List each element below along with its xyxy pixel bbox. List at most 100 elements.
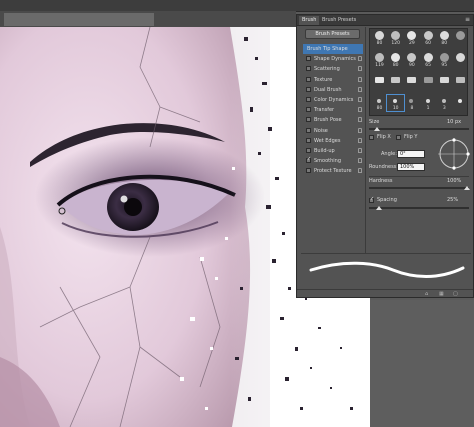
brush-tip-cell[interactable] [436, 73, 453, 89]
option-checkbox[interactable] [306, 86, 311, 92]
brush-option-shape-dynamics[interactable]: Shape Dynamics [303, 54, 363, 64]
option-checkbox[interactable] [306, 56, 311, 62]
option-checkbox[interactable] [306, 156, 311, 164]
brush-tip-cell[interactable]: 3 [436, 95, 453, 111]
option-checkbox[interactable] [306, 97, 311, 102]
lock-icon[interactable] [358, 148, 362, 153]
size-slider-knob[interactable] [374, 127, 380, 131]
brush-tip-cell[interactable]: 120 [387, 30, 404, 46]
hardness-slider-track[interactable] [369, 187, 469, 189]
lock-icon[interactable] [358, 168, 362, 174]
lock-icon[interactable] [358, 158, 362, 164]
lock-icon[interactable] [358, 66, 362, 72]
lock-icon[interactable] [358, 107, 362, 113]
brush-option-texture[interactable]: Texture [303, 75, 363, 85]
pasteboard [370, 300, 474, 427]
spacing-slider-track[interactable] [369, 207, 469, 209]
hardness-slider-knob[interactable] [464, 186, 470, 190]
brush-option-color-dynamics[interactable]: Color Dynamics [303, 95, 363, 105]
lock-icon[interactable] [358, 56, 362, 62]
brush-tip-cell[interactable] [452, 52, 469, 68]
lock-icon[interactable] [358, 76, 362, 82]
new-brush-icon[interactable]: ▢ [453, 291, 458, 297]
option-label: Brush Pose [314, 117, 342, 124]
brush-tip-cell[interactable]: 90 [403, 52, 420, 68]
brush-angle-widget[interactable] [437, 137, 471, 171]
brush-tip-cell[interactable] [452, 30, 469, 46]
option-checkbox[interactable] [306, 168, 311, 174]
option-checkbox[interactable] [306, 66, 311, 72]
panel-menu-icon[interactable]: ≡ [465, 16, 470, 23]
brush-tip-thumbnail-icon [439, 31, 449, 40]
brush-tip-thumbnail-icon [439, 52, 449, 62]
brush-tip-cell[interactable]: 95 [436, 52, 453, 68]
brush-tip-cell[interactable]: 80 [387, 52, 404, 68]
brush-tip-thumbnail-icon [407, 52, 417, 62]
document-tab[interactable] [4, 13, 154, 26]
grid-icon[interactable]: ▦ [439, 291, 444, 297]
spacing-value[interactable]: 25% [447, 197, 458, 203]
brush-option-dual-brush[interactable]: Dual Brush [303, 85, 363, 95]
brush-tip-cell[interactable]: 80 [371, 30, 388, 46]
option-checkbox[interactable] [306, 107, 311, 113]
option-label: Scattering [314, 66, 340, 73]
lock-icon[interactable] [358, 117, 362, 123]
divider [369, 176, 469, 177]
brush-tip-cell[interactable]: 29 [403, 30, 420, 46]
stroke-preview [303, 256, 469, 286]
brush-tip-cell[interactable]: 60 [420, 30, 437, 46]
size-value[interactable]: 10 px [447, 119, 461, 125]
brush-tip-cell[interactable]: 8 [403, 95, 420, 111]
flip-x-checkbox[interactable] [369, 135, 374, 140]
brush-tip-cell[interactable] [452, 73, 469, 89]
brush-tip-cell[interactable]: 10 [386, 93, 406, 112]
brush-tip-thumbnail-icon [456, 77, 465, 83]
option-checkbox[interactable] [306, 117, 311, 123]
brush-tip-cell[interactable] [387, 73, 404, 89]
brush-option-transfer[interactable]: Transfer [303, 105, 363, 115]
brush-tip-cell[interactable]: 65 [420, 52, 437, 68]
tab-brush-presets[interactable]: Brush Presets [319, 16, 359, 25]
toggle-bristle-preview-icon[interactable]: ⌂ [425, 291, 428, 297]
angle-field[interactable]: 0° [397, 150, 425, 158]
option-label: Dual Brush [314, 86, 342, 93]
brush-option-scattering[interactable]: Scattering [303, 64, 363, 74]
brush-tip-cell[interactable]: 119 [371, 52, 388, 68]
option-checkbox[interactable] [306, 76, 311, 82]
brush-tip-thumbnail-icon [423, 52, 433, 62]
brush-tip-size: 120 [391, 41, 400, 46]
option-checkbox[interactable] [306, 127, 311, 133]
flip-y-checkbox[interactable] [396, 135, 401, 140]
brush-tip-cell[interactable] [403, 73, 420, 89]
brush-tip-cell[interactable]: 1 [420, 95, 437, 111]
spacing-label: Spacing [377, 197, 397, 203]
brush-option-noise[interactable]: Noise [303, 126, 363, 136]
brush-tip-thumbnail-icon [375, 77, 384, 83]
brush-option-protect-texture[interactable]: Protect Texture [303, 166, 363, 176]
tab-brush[interactable]: Brush [299, 16, 320, 25]
brush-option-brush-pose[interactable]: Brush Pose [303, 115, 363, 125]
size-label: Size [369, 119, 380, 125]
brush-tip-cell[interactable] [452, 95, 469, 111]
size-slider-track[interactable] [369, 128, 469, 130]
lock-icon[interactable] [358, 137, 362, 143]
brush-option-smoothing[interactable]: Smoothing [303, 156, 363, 166]
brush-option-wet-edges[interactable]: Wet Edges [303, 136, 363, 146]
brush-tip-cell[interactable]: 80 [371, 95, 388, 111]
brush-tip-cell[interactable] [420, 73, 437, 89]
brush-tip-cell[interactable]: 80 [436, 30, 453, 46]
option-checkbox[interactable] [306, 148, 311, 153]
hardness-value[interactable]: 100% [447, 178, 461, 184]
brush-option-brush-tip-shape[interactable]: Brush Tip Shape [303, 44, 363, 54]
spacing-slider-knob[interactable] [376, 206, 382, 210]
lock-icon[interactable] [358, 86, 362, 92]
brush-option-build-up[interactable]: Build-up [303, 146, 363, 156]
lock-icon[interactable] [358, 127, 362, 133]
option-checkbox[interactable] [306, 137, 311, 143]
roundness-field[interactable]: 100% [397, 163, 425, 171]
brush-tip-thumbnail-icon [456, 31, 465, 40]
brush-tip-cell[interactable] [371, 73, 388, 89]
spacing-checkbox[interactable]: ✓ [369, 196, 374, 203]
brush-presets-button[interactable]: Brush Presets [305, 29, 360, 39]
lock-icon[interactable] [358, 97, 362, 102]
